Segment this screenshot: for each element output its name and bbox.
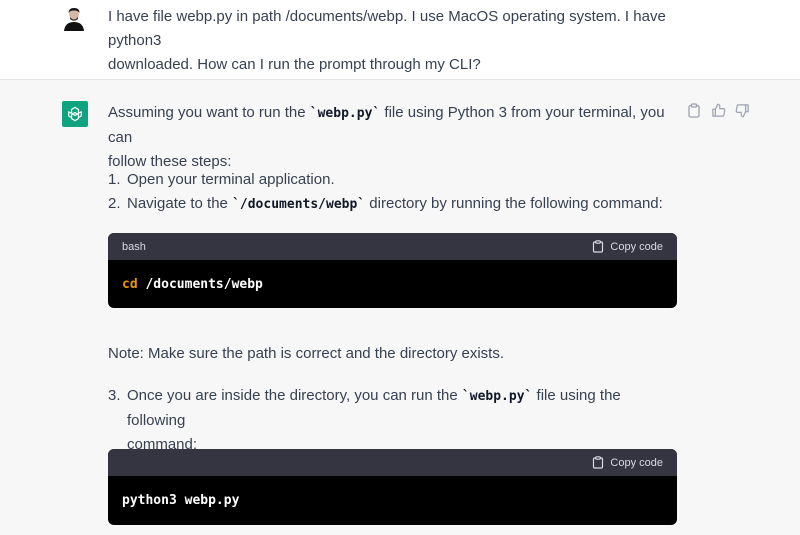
list-item-number: 1. [108,171,121,188]
user-message-line-2: downloaded. How can I run the prompt thr… [108,56,481,73]
user-avatar [61,5,87,31]
code-block-body: python3 webp.py [108,476,677,524]
list-item-number: 3. [108,387,121,404]
user-message-text: I have file webp.py in path /documents/w… [108,5,668,77]
step-2-pre: Navigate to the [127,195,233,212]
list-item-text: Open your terminal application. [127,171,335,188]
list-item-text: Once you are inside the directory, you c… [127,384,667,457]
copy-icon [593,240,604,253]
inline-code-filename: `webp.py` [461,389,533,404]
list-item: 1. Open your terminal application. [108,168,678,192]
list-item: 2. Navigate to the `/documents/webp` dir… [108,192,678,216]
step-2-post: directory by running the following comma… [365,195,663,212]
code-block: bash Copy code cd /documents/webp [108,233,677,308]
code-block-header: bash Copy code [108,233,677,260]
copy-code-button[interactable]: Copy code [592,240,663,253]
thumbs-down-icon[interactable] [734,102,750,118]
list-item-number: 2. [108,195,121,212]
assistant-message-content: Assuming you want to run the `webp.py` f… [108,101,678,453]
intro-paragraph: Assuming you want to run the `webp.py` f… [108,101,678,174]
step-3-pre: Once you are inside the directory, you c… [127,387,462,404]
note-paragraph: Note: Make sure the path is correct and … [108,345,505,362]
user-message-line-1: I have file webp.py in path /documents/w… [108,8,666,49]
inline-code-filename: `webp.py` [309,106,381,121]
clipboard-icon[interactable] [686,102,702,118]
code-language-label: bash [122,240,146,253]
list-item-text: Navigate to the `/documents/webp` direct… [127,192,667,217]
intro-text-pre: Assuming you want to run the [108,104,310,121]
openai-logo-icon [62,101,88,127]
code-block-body: cd /documents/webp [108,260,677,308]
code-text: python3 webp.py [122,492,240,508]
feedback-controls [686,102,750,118]
copy-code-label: Copy code [610,456,663,469]
user-message-row: I have file webp.py in path /documents/w… [0,0,800,80]
copy-code-button[interactable]: Copy code [592,456,663,469]
code-argument: /documents/webp [137,276,263,292]
code-keyword: cd [122,276,138,292]
copy-code-label: Copy code [610,240,663,253]
code-block: Copy code python3 webp.py [108,449,677,525]
code-block-header: Copy code [108,449,677,476]
copy-icon [593,456,604,469]
thumbs-up-icon[interactable] [710,102,726,118]
inline-code-path: `/documents/webp` [232,197,366,212]
list-item: 3. Once you are inside the directory, yo… [108,384,678,453]
